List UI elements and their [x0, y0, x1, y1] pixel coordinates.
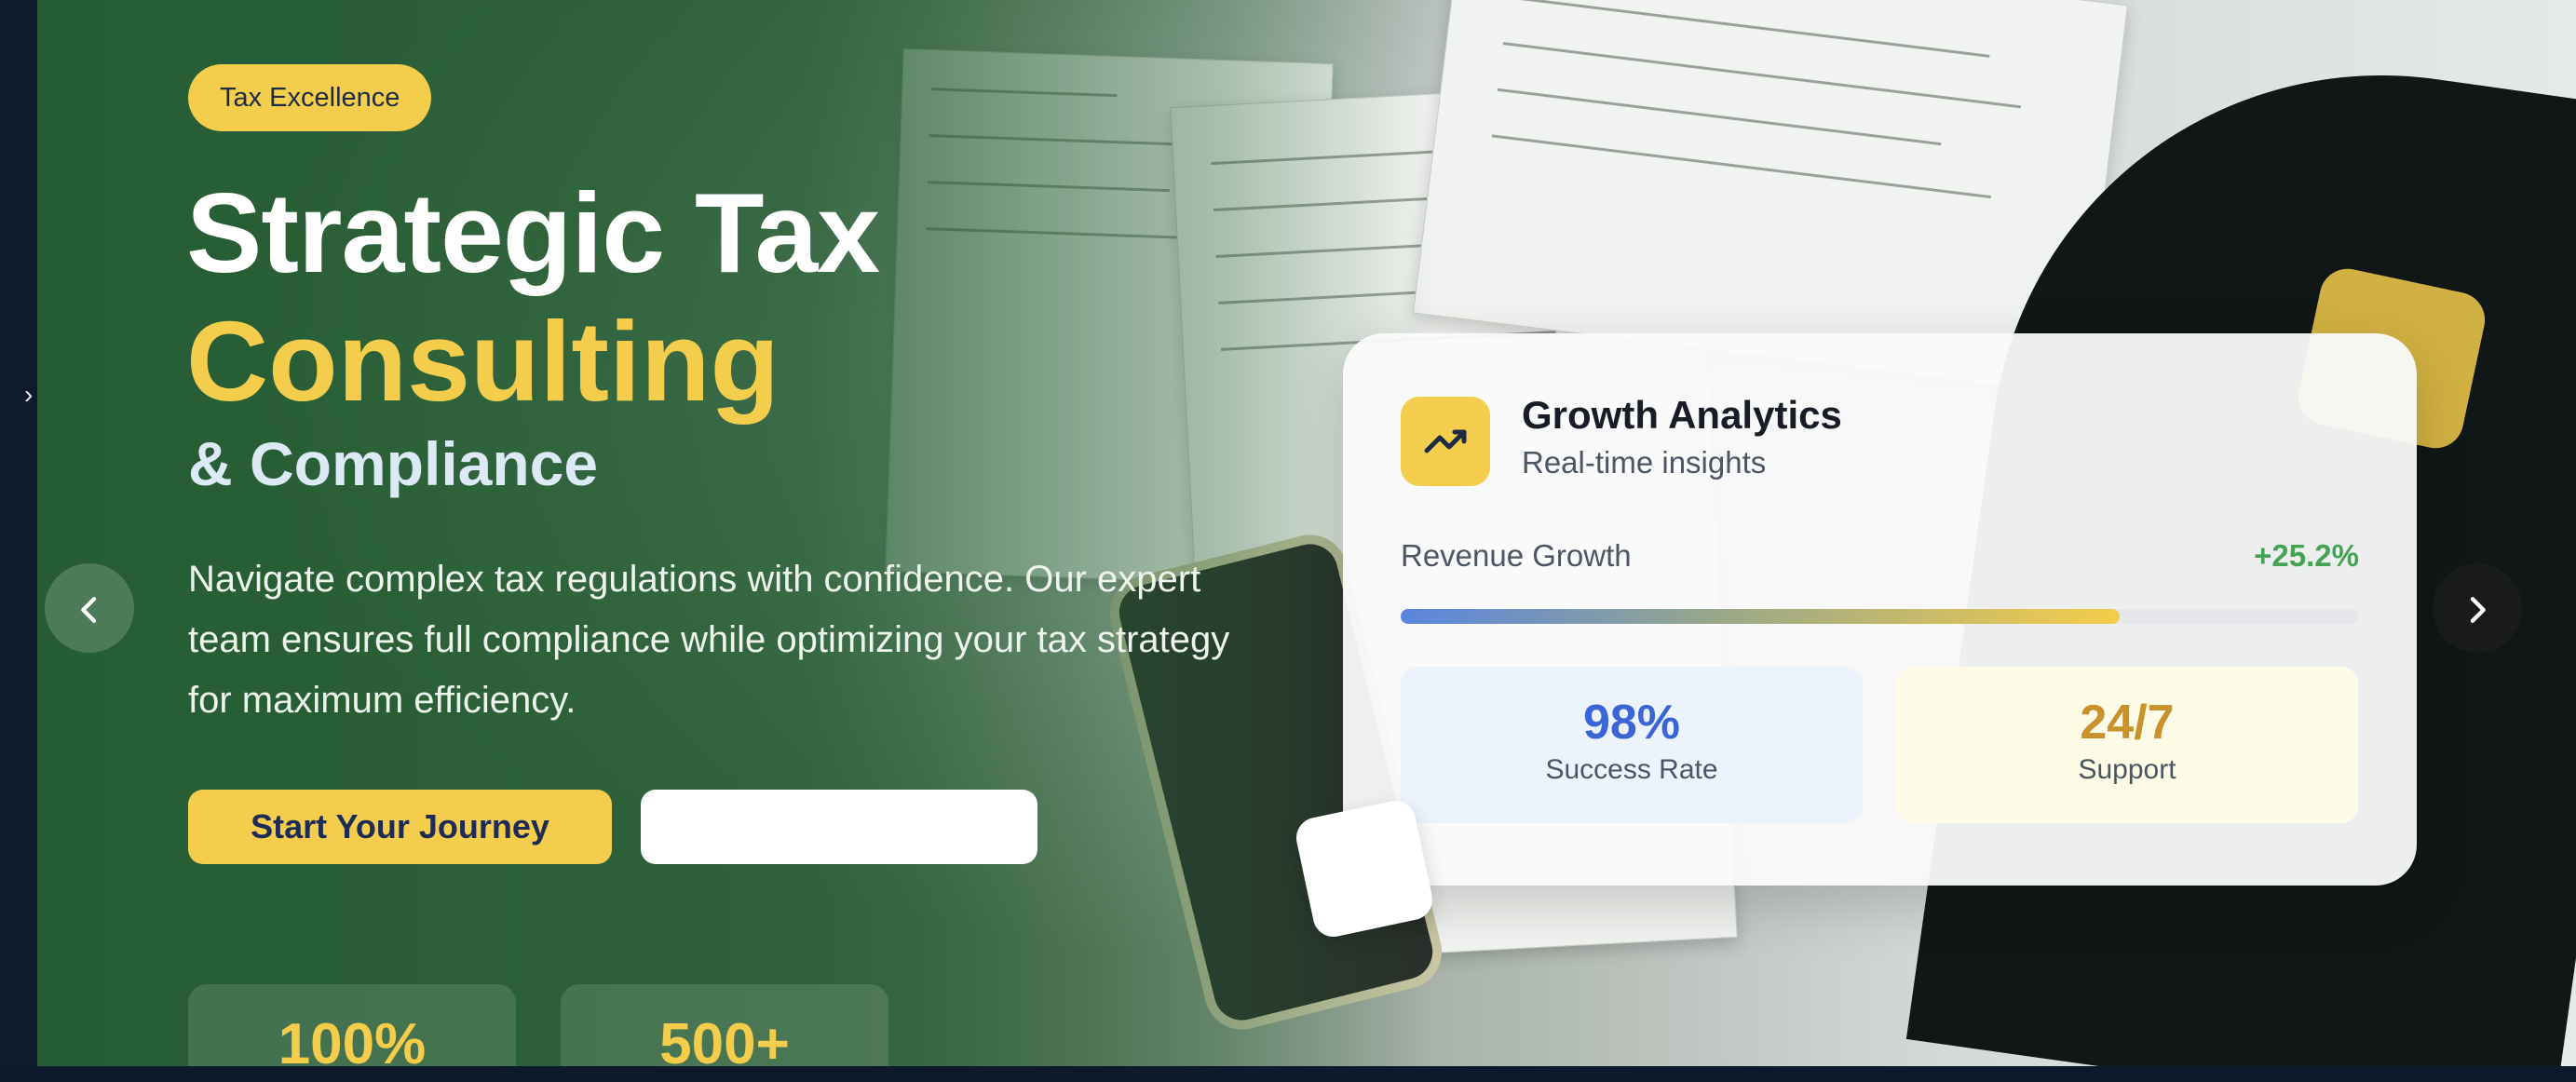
hero-title-line3: & Compliance	[188, 429, 599, 498]
success-rate-value: 98%	[1582, 696, 1681, 750]
decorative-white-square	[1292, 796, 1437, 941]
chevron-left-icon	[81, 597, 97, 624]
revenue-progress-bar	[1401, 609, 2359, 624]
hero-description: Navigate complex tax regulations with co…	[188, 559, 1230, 721]
left-rail: ›	[0, 0, 37, 1082]
revenue-progress-fill	[1401, 609, 2120, 624]
stat-value: 100%	[278, 1012, 427, 1066]
stat-card: 500+	[561, 984, 888, 1066]
trending-up-icon	[1401, 397, 1490, 486]
support-value: 24/7	[2080, 696, 2175, 750]
growth-analytics-card: Growth Analytics Real-time insights Reve…	[1343, 333, 2417, 886]
success-rate-tile: 98% Success Rate	[1401, 667, 1863, 823]
revenue-label: Revenue Growth	[1401, 538, 1632, 573]
carousel-prev-button[interactable]	[45, 563, 134, 653]
bottom-strip	[0, 1066, 2576, 1082]
hero-title-line2: Consulting	[186, 298, 780, 425]
hero-title-line1: Strategic Tax	[186, 169, 880, 296]
stat-value: 500+	[659, 1012, 790, 1066]
card-subtitle: Real-time insights	[1522, 445, 1767, 480]
support-label: Support	[2078, 754, 2176, 785]
chevron-right-icon[interactable]: ›	[24, 380, 33, 410]
carousel-next-button[interactable]	[2433, 563, 2522, 653]
hero-badge: Tax Excellence	[188, 64, 432, 131]
success-rate-label: Success Rate	[1545, 754, 1718, 785]
green-overlay	[37, 0, 1434, 1066]
support-tile: 24/7 Support	[1896, 667, 2358, 823]
chevron-right-icon	[2470, 597, 2486, 624]
revenue-value: +25.2%	[2254, 538, 2359, 573]
secondary-button[interactable]	[641, 790, 1037, 864]
stat-card: 100%	[188, 984, 516, 1066]
start-journey-button[interactable]: Start Your Journey	[188, 790, 612, 864]
card-title: Growth Analytics	[1522, 393, 1842, 437]
